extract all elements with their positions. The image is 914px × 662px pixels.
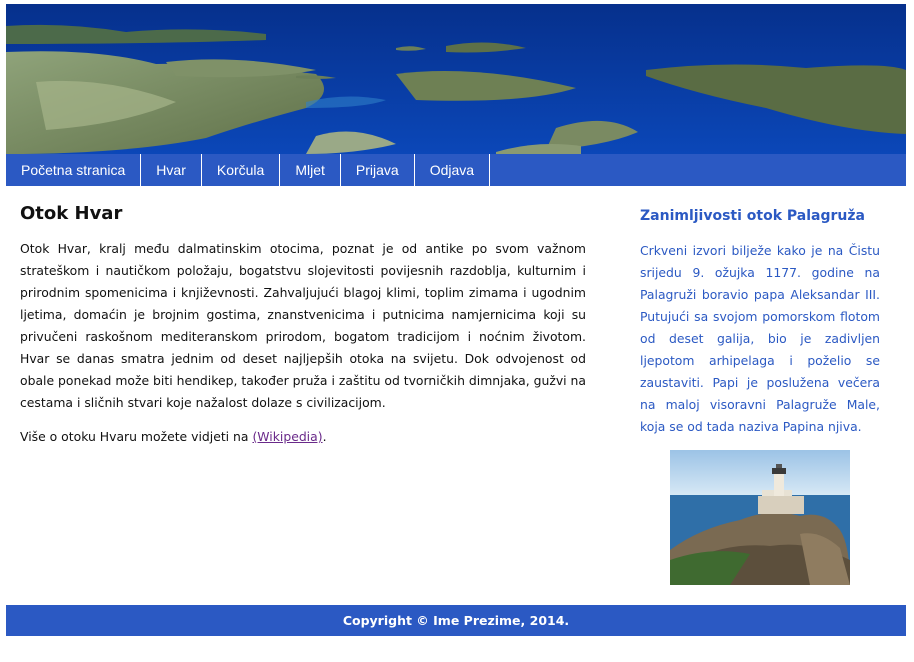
nav-item-prijava[interactable]: Prijava <box>341 154 415 186</box>
more-info-text: Više o otoku Hvaru možete vidjeti na <box>20 429 253 444</box>
more-info-suffix: . <box>322 429 327 444</box>
main-content: Otok Hvar Otok Hvar, kralj među dalmatin… <box>20 202 586 448</box>
page-title: Otok Hvar <box>20 203 123 224</box>
sidebar: Zanimljivosti otok Palagruža Crkveni izv… <box>640 206 880 438</box>
page-wrapper: Početna stranica Hvar Korčula Mljet Prij… <box>6 4 906 186</box>
footer: Copyright © Ime Prezime, 2014. <box>6 605 906 636</box>
article-paragraph: Otok Hvar, kralj među dalmatinskim otoci… <box>20 241 586 410</box>
nav-item-pocetna-stranica[interactable]: Početna stranica <box>6 154 142 186</box>
more-info-line: Više o otoku Hvaru možete vidjeti na (Wi… <box>20 426 586 448</box>
banner-image <box>6 4 906 154</box>
sidebar-text: Crkveni izvori bilježe kako je na Čistu … <box>640 243 880 434</box>
nav-item-odjava[interactable]: Odjava <box>415 154 491 186</box>
nav-item-korcula[interactable]: Korčula <box>202 154 281 186</box>
wikipedia-link[interactable]: (Wikipedia) <box>252 429 322 444</box>
sidebar-title: Zanimljivosti otok Palagruža <box>640 208 865 224</box>
main-navigation: Početna stranica Hvar Korčula Mljet Prij… <box>6 154 906 186</box>
nav-item-mljet[interactable]: Mljet <box>280 154 341 186</box>
nav-item-hvar[interactable]: Hvar <box>141 154 202 186</box>
footer-copyright: Copyright © Ime Prezime, 2014. <box>342 613 570 628</box>
lighthouse-image <box>670 450 850 585</box>
